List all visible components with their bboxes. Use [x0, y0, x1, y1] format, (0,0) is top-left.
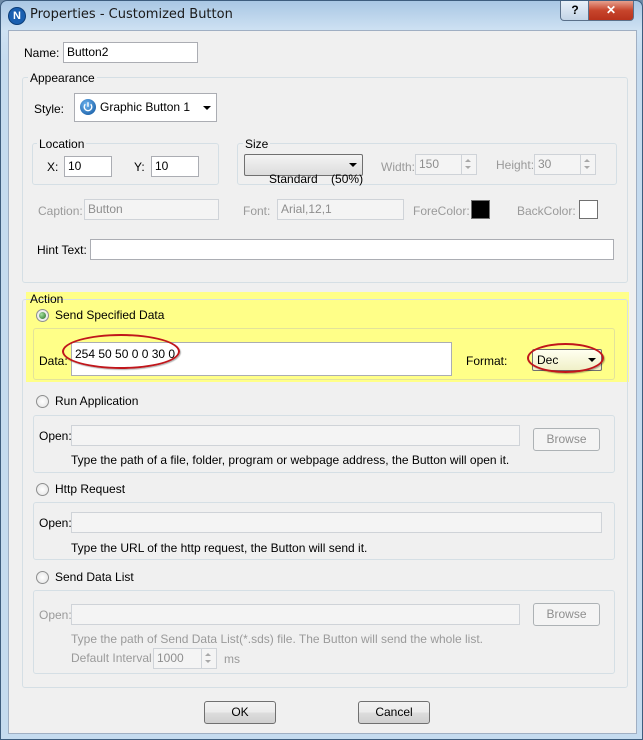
send-specified-radio[interactable] — [36, 309, 49, 322]
close-button[interactable]: ✕ — [588, 1, 634, 21]
style-combo[interactable]: Graphic Button 1 — [74, 93, 217, 122]
run-app-open-label: Open: — [39, 429, 72, 443]
properties-window: N Properties - Customized Button ? ✕ Nam… — [0, 0, 643, 740]
title-bar[interactable]: N Properties - Customized Button ? ✕ — [1, 1, 642, 29]
data-list-open-label: Open: — [39, 608, 72, 622]
y-input[interactable]: 10 — [151, 156, 199, 177]
name-input[interactable]: Button2 — [63, 42, 198, 63]
width-value: 150 — [419, 157, 440, 171]
height-value: 30 — [538, 157, 552, 171]
x-label: X: — [47, 160, 59, 174]
width-spinner[interactable]: 150 — [415, 154, 477, 175]
chevron-down-icon — [349, 163, 357, 167]
send-specified-label[interactable]: Send Specified Data — [55, 308, 164, 322]
interval-spinner[interactable]: 1000 — [153, 648, 217, 669]
height-spinner[interactable]: 30 — [534, 154, 596, 175]
interval-unit: ms — [224, 652, 240, 666]
hint-label: Hint Text: — [37, 243, 87, 257]
http-radio[interactable] — [36, 483, 49, 496]
http-label[interactable]: Http Request — [55, 482, 125, 496]
run-app-browse-button[interactable]: Browse — [533, 428, 600, 451]
data-list-radio[interactable] — [36, 571, 49, 584]
spinner-arrows-icon — [201, 649, 216, 668]
data-list-hint: Type the path of Send Data List(*.sds) f… — [71, 632, 484, 646]
interval-value: 1000 — [157, 651, 184, 665]
forecolor-label: ForeColor: — [413, 204, 470, 218]
run-app-open-input[interactable] — [71, 425, 520, 446]
font-label: Font: — [243, 204, 271, 218]
backcolor-swatch[interactable] — [579, 200, 598, 219]
chevron-down-icon — [203, 106, 211, 110]
http-open-input[interactable] — [71, 512, 602, 533]
name-label: Name: — [24, 46, 60, 60]
dialog-body: Name: Button2 Appearance Style: Graphic … — [8, 30, 637, 734]
data-list-open-input[interactable] — [71, 604, 520, 625]
caption-label: Caption: — [38, 204, 83, 218]
forecolor-swatch[interactable] — [471, 200, 490, 219]
y-label: Y: — [134, 160, 145, 174]
data-list-browse-button[interactable]: Browse — [533, 603, 600, 626]
help-button[interactable]: ? — [560, 1, 590, 21]
spinner-arrows-icon — [580, 155, 595, 174]
http-open-label: Open: — [39, 516, 72, 530]
appearance-title: Appearance — [28, 71, 97, 85]
window-title: Properties - Customized Button — [30, 7, 233, 22]
size-preset-value: Standard (50%) — [269, 172, 364, 186]
backcolor-label: BackColor: — [517, 204, 576, 218]
action-title: Action — [30, 292, 64, 306]
location-title: Location — [37, 137, 87, 151]
spinner-arrows-icon — [461, 155, 476, 174]
x-input[interactable]: 10 — [64, 156, 112, 177]
style-value: Graphic Button 1 — [100, 100, 191, 114]
app-logo-icon: N — [8, 7, 26, 25]
data-list-label[interactable]: Send Data List — [55, 570, 134, 584]
height-label: Height: — [496, 158, 535, 172]
ok-button[interactable]: OK — [204, 701, 276, 724]
run-app-radio[interactable] — [36, 395, 49, 408]
run-app-label[interactable]: Run Application — [55, 394, 138, 408]
format-label: Format: — [466, 354, 508, 368]
font-input[interactable]: Arial,12,1 — [277, 199, 404, 220]
size-title: Size — [243, 137, 271, 151]
cancel-button[interactable]: Cancel — [358, 701, 430, 724]
hint-input[interactable] — [90, 239, 614, 260]
power-icon — [80, 99, 96, 115]
run-app-hint: Type the path of a file, folder, program… — [71, 453, 510, 467]
width-label: Width: — [381, 160, 416, 174]
style-label: Style: — [34, 102, 65, 116]
caption-input[interactable]: Button — [84, 199, 219, 220]
http-hint: Type the URL of the http request, the Bu… — [71, 541, 368, 555]
size-preset-combo[interactable]: Standard (50%) — [244, 154, 363, 186]
data-highlight-circle — [62, 334, 180, 369]
format-highlight-circle — [527, 343, 604, 373]
interval-label: Default Interval — [71, 651, 152, 665]
